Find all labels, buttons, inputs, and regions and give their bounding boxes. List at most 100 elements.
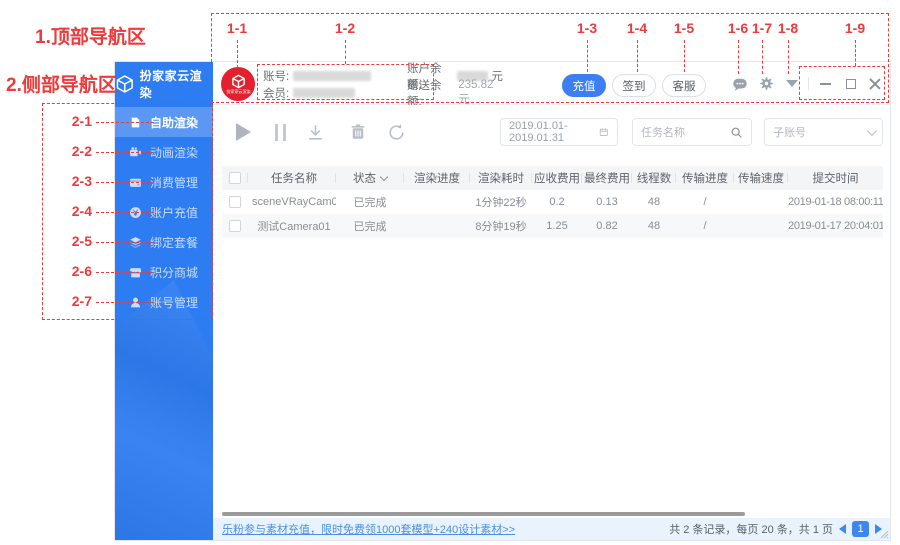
col-submit-time: 提交时间 [788,166,883,190]
pagination: 共 2 条记录，每页 20 条，共 1 页 1 [669,521,882,537]
annotation-marker-1-6: 1-6 [726,20,750,36]
gear-icon[interactable] [755,62,777,105]
col-task-name: 任务名称 [248,166,336,190]
col-render-time: 渲染耗时 [470,166,532,190]
message-icon[interactable] [729,62,751,105]
search-icon [730,126,743,139]
dropdown-arrow-icon[interactable] [781,62,803,105]
pause-icon[interactable] [267,119,293,145]
subaccount-select[interactable]: 子账号 [764,118,883,146]
cube-logo-icon [115,74,135,94]
account-value-redacted [293,71,371,81]
annotation-top-nav-label: 1.顶部导航区 [35,22,146,49]
annotation-marker-2-3: 2-3 [62,173,92,189]
recharge-button[interactable]: 充值 [562,74,606,97]
row-checkbox[interactable] [229,196,241,208]
pagination-summary: 共 2 条记录，每页 20 条，共 1 页 [669,521,833,537]
cell-render-time: 8分钟19秒 [470,214,532,238]
user-brand-badge: 扮家家云渲染 [221,67,255,101]
col-final-fee: 最终费用 [582,166,632,190]
start-icon[interactable] [230,119,256,145]
member-value-redacted [293,88,355,98]
cube-logo-icon [231,74,246,89]
main-content: 2019.01.01-2019.01.31 任务名称 子账号 任务名称 状态 [213,105,890,540]
close-icon[interactable] [864,62,886,105]
sidebar-item-label: 消费管理 [150,174,198,191]
cell-render-progress [404,190,470,214]
checkin-button[interactable]: 签到 [612,74,656,97]
account-label: 账号: [263,68,289,84]
sidebar-menu: 自助渲染 动画渲染 消费管理 账户充值 绑定套餐 [115,107,213,317]
top-header: 扮家家云渲染 账号: 会员: 账户余额: 元 赠送余额: 2 [213,62,890,105]
delete-icon[interactable] [345,119,371,145]
cell-transfer-speed [734,214,788,238]
row-checkbox[interactable] [229,220,241,232]
maximize-icon[interactable] [840,62,862,105]
recharge-icon [129,206,142,219]
sidebar-item-label: 账号管理 [150,294,198,311]
date-range-input[interactable]: 2019.01.01-2019.01.31 [500,118,618,146]
table-row[interactable]: sceneVRayCam003 已完成 1分钟22秒 0.2 0.13 48 /… [222,190,883,214]
cell-final-fee: 0.13 [582,190,632,214]
prev-page-icon[interactable] [839,524,846,534]
sidebar-item-self-render[interactable]: 自助渲染 [115,107,213,137]
points-mall-icon [129,266,142,279]
cell-threads: 48 [632,190,676,214]
calendar-icon [599,126,609,138]
horizontal-scrollbar[interactable] [222,512,745,516]
table-header-row: 任务名称 状态 渲染进度 渲染耗时 应收费用 最终费用 线程数 传输进度 传输速… [222,166,883,190]
minimize-icon[interactable] [814,62,836,105]
app-window: 扮家家云渲染 自助渲染 动画渲染 消费管理 账 [115,62,890,540]
download-icon[interactable] [302,119,328,145]
promo-link[interactable]: 乐粉参与素材充值，限时免费领1000套模型+240设计素材>> [222,521,515,537]
task-name-search-input[interactable]: 任务名称 [632,118,752,146]
sidebar-item-label: 动画渲染 [150,144,198,161]
annotation-side-nav-label: 2.侧部导航区 [6,70,117,97]
annotation-marker-1-1: 1-1 [225,20,249,36]
col-render-progress: 渲染进度 [404,166,470,190]
cell-threads: 48 [632,214,676,238]
page-number-button[interactable]: 1 [852,521,869,537]
gift-balance-value: 235.82元 [458,79,503,107]
sidebar-nav: 自助渲染 动画渲染 消费管理 账户充值 绑定套餐 [115,105,213,540]
cell-render-time: 1分钟22秒 [470,190,532,214]
animation-render-icon [129,146,142,159]
col-transfer-progress: 传输进度 [676,166,734,190]
refresh-icon[interactable] [383,119,409,145]
col-fee: 应收费用 [532,166,582,190]
table-row[interactable]: 测试Camera01 已完成 8分钟19秒 1.25 0.82 48 / 201… [222,214,883,238]
cell-submit-time: 2019-01-17 20:04:01 [788,214,883,238]
cell-transfer-progress: / [676,214,734,238]
select-all-cell [222,166,248,190]
cell-submit-time: 2019-01-18 08:00:11 [788,190,883,214]
subaccount-placeholder: 子账号 [773,124,806,140]
cell-status: 已完成 [336,190,404,214]
col-status[interactable]: 状态 [336,166,404,190]
service-button[interactable]: 客服 [662,74,706,97]
cell-render-progress [404,214,470,238]
annotation-marker-1-8: 1-8 [776,20,800,36]
task-name-placeholder: 任务名称 [641,124,685,140]
sidebar-item-label: 自助渲染 [150,114,198,131]
sidebar-item-animation-render[interactable]: 动画渲染 [115,137,213,167]
annotation-marker-2-5: 2-5 [62,233,92,249]
cell-fee: 1.25 [532,214,582,238]
resize-grip-icon[interactable] [880,530,889,539]
member-label: 会员: [263,85,289,101]
sidebar-item-points-mall[interactable]: 积分商城 [115,257,213,287]
date-range-value: 2019.01.01-2019.01.31 [509,120,599,144]
sidebar-item-consumption[interactable]: 消费管理 [115,167,213,197]
annotation-marker-1-3: 1-3 [575,20,599,36]
annotation-marker-1-9: 1-9 [843,20,867,36]
select-all-checkbox[interactable] [229,172,241,184]
self-render-icon [129,116,142,129]
sidebar-item-package[interactable]: 绑定套餐 [115,227,213,257]
annotation-marker-1-5: 1-5 [672,20,696,36]
sidebar-item-recharge[interactable]: 账户充值 [115,197,213,227]
cell-transfer-speed [734,190,788,214]
sidebar-item-account[interactable]: 账号管理 [115,287,213,317]
account-icon [129,296,142,309]
screenshot-stage: 扮家家云渲染 自助渲染 动画渲染 消费管理 账 [0,0,900,545]
consumption-icon [129,176,142,189]
brand-name: 扮家家云渲染 [140,67,213,101]
